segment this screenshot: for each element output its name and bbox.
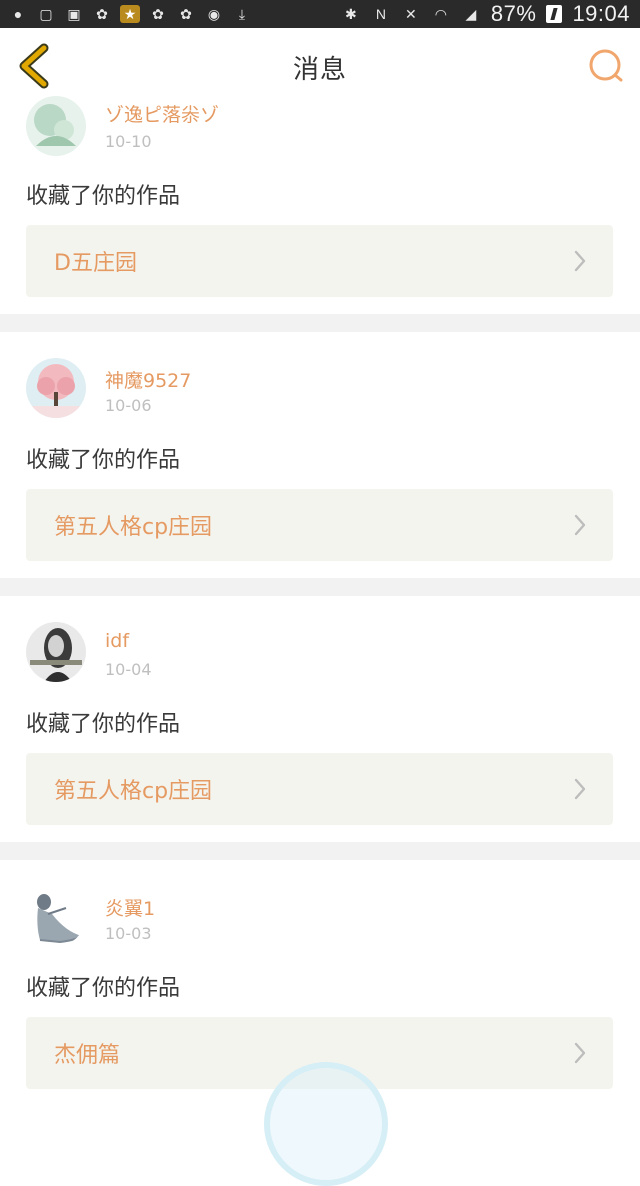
chat-bubble-icon: ● (13, 6, 23, 22)
search-icon (589, 49, 623, 82)
baidu-paw-icon-2: ✿ (152, 5, 164, 22)
chevron-right-icon (574, 514, 586, 536)
chevron-right-icon (574, 778, 586, 800)
message-date: 10-06 (105, 396, 152, 415)
work-title: 第五人格cp庄园 (54, 515, 213, 540)
baidu-paw-icon-3: ✿ (180, 5, 192, 22)
card-separator (0, 314, 640, 332)
search-button[interactable] (586, 46, 626, 86)
work-title: 第五人格cp庄园 (54, 779, 213, 804)
message-feed: ゾ逸ピ落尜ゾ 10-10 收藏了你的作品 D五庄园 神魔9527 10-06 收… (0, 96, 640, 1106)
avatar-image (26, 886, 86, 946)
status-bar: ● ▢ ▣ ✿ ★ ✿ ✿ ◉ ⤓ ✱ N ✕ ◠ ◢ 87% 19:04 (0, 0, 640, 28)
gallery-icon: ▣ (67, 5, 81, 22)
status-bar-right: ✱ N ✕ ◠ ◢ 87% 19:04 (341, 1, 640, 27)
message-date: 10-03 (105, 924, 152, 943)
message-card: idf 10-04 收藏了你的作品 第五人格cp庄园 (0, 596, 640, 842)
work-link[interactable]: 第五人格cp庄园 (26, 753, 613, 825)
signal-icon: ◢ (465, 5, 477, 22)
battery-charging-icon (546, 5, 563, 23)
action-text: 收藏了你的作品 (26, 976, 181, 1001)
action-text: 收藏了你的作品 (26, 712, 181, 737)
page-title: 消息 (292, 54, 347, 85)
username[interactable]: idf (105, 630, 129, 652)
wifi-icon: ◠ (434, 5, 447, 22)
baidu-paw-icon: ✿ (96, 5, 108, 22)
floating-bubble-button[interactable] (264, 1062, 388, 1186)
back-button[interactable] (14, 42, 62, 90)
message-card: ゾ逸ピ落尜ゾ 10-10 收藏了你的作品 D五庄园 (0, 96, 640, 314)
work-title: D五庄园 (54, 251, 137, 276)
action-text: 收藏了你的作品 (26, 448, 181, 473)
avatar-image (26, 358, 86, 418)
work-link[interactable]: 第五人格cp庄园 (26, 489, 613, 561)
wechat-icon: ◉ (207, 5, 221, 22)
mute-icon: ✕ (405, 5, 417, 22)
username[interactable]: 炎翼1 (105, 894, 155, 921)
nfc-icon: N (375, 6, 386, 22)
username[interactable]: ゾ逸ピ落尜ゾ (105, 100, 219, 127)
avatar[interactable] (26, 886, 86, 946)
card-separator (0, 842, 640, 860)
battery-percent: 87% (490, 1, 537, 26)
download-icon: ⤓ (238, 5, 246, 22)
chevron-right-icon (574, 250, 586, 272)
message-date: 10-04 (105, 660, 152, 679)
chevron-right-icon (574, 1042, 586, 1064)
username[interactable]: 神魔9527 (105, 366, 191, 393)
avatar-image (26, 622, 86, 682)
avatar[interactable] (26, 96, 86, 156)
clock: 19:04 (572, 1, 630, 26)
message-date: 10-10 (105, 132, 152, 151)
star-app-icon: ★ (120, 5, 140, 23)
app-bar: 消息 (0, 28, 640, 107)
work-link[interactable]: D五庄园 (26, 225, 613, 297)
message-card: 神魔9527 10-06 收藏了你的作品 第五人格cp庄园 (0, 332, 640, 578)
card-separator (0, 578, 640, 596)
clipboard-icon: ▢ (39, 5, 53, 22)
avatar[interactable] (26, 358, 86, 418)
bluetooth-icon: ✱ (345, 5, 357, 22)
action-text: 收藏了你的作品 (26, 184, 181, 209)
work-title: 杰佣篇 (54, 1043, 121, 1068)
avatar[interactable] (26, 622, 86, 682)
back-arrow-icon (19, 43, 49, 89)
avatar-image (26, 96, 86, 156)
status-bar-left-icons: ● ▢ ▣ ✿ ★ ✿ ✿ ◉ ⤓ (0, 5, 252, 23)
